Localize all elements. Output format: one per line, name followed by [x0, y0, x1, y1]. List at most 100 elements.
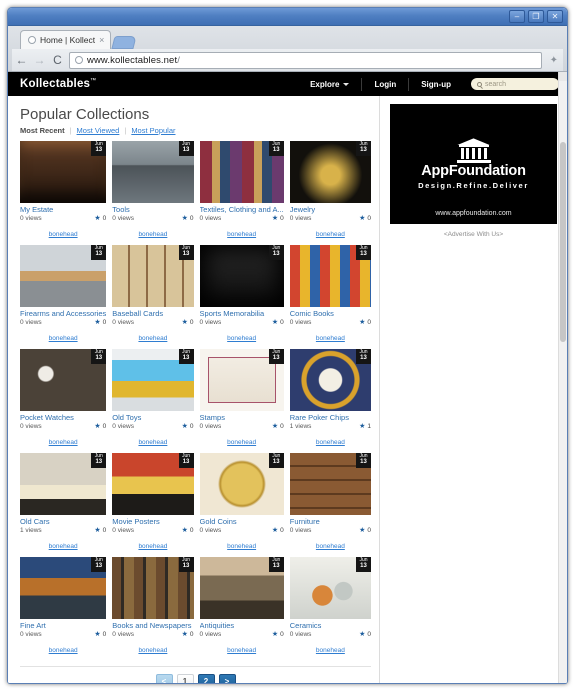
collection-card[interactable]: Jun 13 Pocket Watches 0 views ★ 0 bonehead — [20, 349, 107, 449]
bookmark-icon[interactable]: ✦ — [547, 55, 558, 66]
site-info-icon[interactable] — [75, 56, 83, 64]
collection-card[interactable]: Jun 13 Antiquities 0 views ★ 0 bonehead — [199, 557, 284, 657]
collection-title[interactable]: Sports Memorabilia — [200, 309, 284, 318]
owner-link[interactable]: bonehead — [316, 231, 345, 238]
collection-title[interactable]: Antiquities — [200, 621, 284, 630]
collection-title[interactable]: Baseball Cards — [112, 309, 193, 318]
new-tab-button[interactable] — [111, 36, 138, 49]
collection-title[interactable]: Firearms and Accessories — [20, 309, 106, 318]
owner-link[interactable]: bonehead — [49, 335, 78, 342]
collection-card[interactable]: Jun 13 Comic Books 0 views ★ 0 bonehead — [289, 245, 371, 345]
collection-thumbnail[interactable]: Jun 13 — [289, 349, 371, 411]
collection-title[interactable]: Movie Posters — [112, 517, 193, 526]
collection-title[interactable]: Comic Books — [290, 309, 371, 318]
collection-card[interactable]: Jun 13 Tools 0 views ★ 0 bonehead — [112, 141, 194, 241]
collection-title[interactable]: Textiles, Clothing and A... — [200, 205, 284, 214]
owner-link[interactable]: bonehead — [316, 439, 345, 446]
collection-card[interactable]: Jun 13 Jewelry 0 views ★ 0 bonehead — [289, 141, 371, 241]
owner-link[interactable]: bonehead — [227, 647, 256, 654]
maximize-icon[interactable]: ❐ — [528, 10, 544, 23]
collection-card[interactable]: Jun 13 Fine Art 0 views ★ 0 bonehead — [20, 557, 107, 657]
collection-card[interactable]: Jun 13 My Estate 0 views ★ 0 bonehead — [20, 141, 107, 241]
collection-card[interactable]: Jun 13 Old Cars 1 views ★ 0 bonehead — [20, 453, 107, 553]
owner-link[interactable]: bonehead — [316, 647, 345, 654]
collection-title[interactable]: Gold Coins — [200, 517, 284, 526]
owner-link[interactable]: bonehead — [227, 231, 256, 238]
collection-card[interactable]: Jun 13 Furniture 0 views ★ 0 bonehead — [289, 453, 371, 553]
owner-link[interactable]: bonehead — [138, 647, 167, 654]
sort-most-recent[interactable]: Most Recent — [20, 126, 65, 135]
page-scrollbar[interactable] — [558, 72, 567, 683]
collection-thumbnail[interactable]: Jun 13 — [289, 557, 371, 619]
collection-thumbnail[interactable]: Jun 13 — [199, 141, 284, 203]
collection-title[interactable]: Old Cars — [20, 517, 106, 526]
collection-card[interactable]: Jun 13 Baseball Cards 0 views ★ 0 bonehead — [112, 245, 194, 345]
pagination-prev[interactable]: < — [155, 674, 173, 683]
collection-card[interactable]: Jun 13 Ceramics 0 views ★ 0 bonehead — [289, 557, 371, 657]
collection-thumbnail[interactable]: Jun 13 — [199, 453, 284, 515]
advertise-with-us-link[interactable]: <Advertise With Us> — [390, 231, 557, 238]
tab-close-icon[interactable]: × — [99, 35, 104, 45]
collection-title[interactable]: Fine Art — [20, 621, 106, 630]
minimize-icon[interactable]: – — [509, 10, 525, 23]
collection-thumbnail[interactable]: Jun 13 — [289, 245, 371, 307]
collection-card[interactable]: Jun 13 Textiles, Clothing and A... 0 views ★… — [199, 141, 284, 241]
collection-thumbnail[interactable]: Jun 13 — [199, 245, 284, 307]
collection-title[interactable]: Jewelry — [290, 205, 371, 214]
collection-card[interactable]: Jun 13 Movie Posters 0 views ★ 0 bonehead — [112, 453, 194, 553]
forward-icon[interactable]: → — [33, 54, 46, 66]
collection-thumbnail[interactable]: Jun 13 — [20, 245, 107, 307]
reload-icon[interactable]: C — [51, 54, 64, 66]
pagination-next[interactable]: > — [218, 674, 236, 683]
owner-link[interactable]: bonehead — [138, 543, 167, 550]
nav-item-login[interactable]: Login — [361, 77, 408, 91]
owner-link[interactable]: bonehead — [227, 543, 256, 550]
collection-title[interactable]: Stamps — [200, 413, 284, 422]
collection-thumbnail[interactable]: Jun 13 — [20, 453, 107, 515]
collection-title[interactable]: My Estate — [20, 205, 106, 214]
scroll-up-button[interactable] — [559, 72, 567, 81]
pagination-page-1[interactable]: 1 — [176, 674, 194, 683]
advertisement-banner[interactable]: AppFoundation Design.Refine.Deliver www.… — [390, 104, 557, 224]
collection-title[interactable]: Pocket Watches — [20, 413, 106, 422]
collection-thumbnail[interactable]: Jun 13 — [199, 349, 284, 411]
owner-link[interactable]: bonehead — [138, 439, 167, 446]
collection-thumbnail[interactable]: Jun 13 — [112, 349, 194, 411]
sort-most-popular[interactable]: Most Popular — [131, 126, 175, 135]
owner-link[interactable]: bonehead — [49, 439, 78, 446]
collection-thumbnail[interactable]: Jun 13 — [112, 453, 194, 515]
collection-title[interactable]: Ceramics — [290, 621, 371, 630]
collection-thumbnail[interactable]: Jun 13 — [112, 141, 194, 203]
back-icon[interactable]: ← — [15, 54, 28, 66]
close-icon[interactable]: ✕ — [547, 10, 563, 23]
collection-title[interactable]: Rare Poker Chips — [290, 413, 371, 422]
site-logo[interactable]: Kollectables™ — [20, 78, 96, 90]
owner-link[interactable]: bonehead — [227, 335, 256, 342]
collection-thumbnail[interactable]: Jun 13 — [20, 557, 107, 619]
collection-thumbnail[interactable]: Jun 13 — [199, 557, 284, 619]
browser-tab[interactable]: Home | Kollect × — [20, 30, 112, 49]
scroll-thumb[interactable] — [560, 142, 566, 342]
collection-thumbnail[interactable]: Jun 13 — [112, 245, 194, 307]
owner-link[interactable]: bonehead — [227, 439, 256, 446]
address-bar[interactable]: www.kollectables.net/ — [69, 51, 542, 69]
collection-thumbnail[interactable]: Jun 13 — [112, 557, 194, 619]
collection-thumbnail[interactable]: Jun 13 — [20, 349, 107, 411]
collection-card[interactable]: Jun 13 Stamps 0 views ★ 0 bonehead — [199, 349, 284, 449]
collection-title[interactable]: Furniture — [290, 517, 371, 526]
collection-card[interactable]: Jun 13 Old Toys 0 views ★ 0 bonehead — [112, 349, 194, 449]
collection-title[interactable]: Books and Newspapers — [112, 621, 193, 630]
owner-link[interactable]: bonehead — [138, 335, 167, 342]
collection-card[interactable]: Jun 13 Rare Poker Chips 1 views ★ 1 bonehead — [289, 349, 371, 449]
owner-link[interactable]: bonehead — [316, 543, 345, 550]
collection-thumbnail[interactable]: Jun 13 — [289, 141, 371, 203]
pagination-page-2[interactable]: 2 — [197, 674, 215, 683]
owner-link[interactable]: bonehead — [316, 335, 345, 342]
collection-title[interactable]: Tools — [112, 205, 193, 214]
collection-card[interactable]: Jun 13 Gold Coins 0 views ★ 0 bonehead — [199, 453, 284, 553]
owner-link[interactable]: bonehead — [49, 231, 78, 238]
sort-most-viewed[interactable]: Most Viewed — [77, 126, 120, 135]
collection-card[interactable]: Jun 13 Firearms and Accessories 0 views ★ 0 bo… — [20, 245, 107, 345]
owner-link[interactable]: bonehead — [138, 231, 167, 238]
owner-link[interactable]: bonehead — [49, 647, 78, 654]
